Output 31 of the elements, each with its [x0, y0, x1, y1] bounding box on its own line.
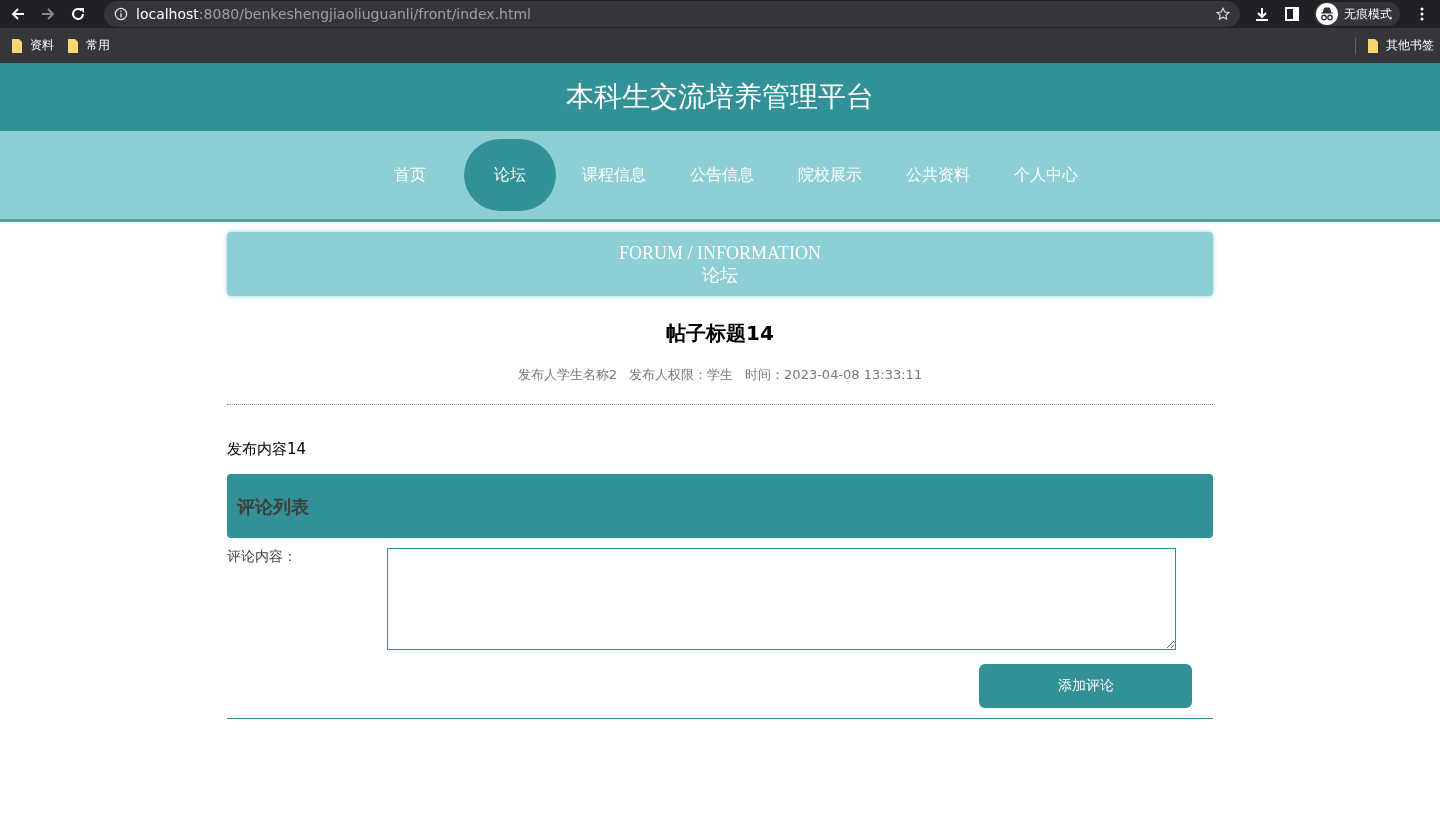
banner-subtitle: FORUM / INFORMATION	[619, 242, 821, 264]
incognito-icon	[1316, 3, 1338, 25]
address-bar[interactable]: localhost:8080/benkeshengjiaoliuguanli/front/index.html	[104, 1, 1240, 27]
nav-item[interactable]: 论坛	[464, 139, 556, 211]
side-panel-icon[interactable]	[1284, 6, 1300, 22]
bookmark[interactable]: 资料	[12, 37, 54, 54]
bookmark[interactable]: 常用	[68, 37, 110, 54]
post-content: 发布内容14	[227, 439, 308, 459]
other-bookmarks[interactable]: 其他书签	[1368, 37, 1434, 54]
incognito-profile-button[interactable]: 无痕模式	[1314, 2, 1400, 26]
folder-icon	[68, 38, 78, 53]
url-host: localhost	[136, 6, 199, 22]
comment-list-heading: 评论列表	[237, 495, 309, 519]
site-title: 本科生交流培养管理平台	[566, 79, 874, 115]
post-time: 时间：2023-04-08 13:33:11	[745, 366, 923, 384]
add-comment-button[interactable]: 添加评论	[979, 664, 1192, 708]
comment-label: 评论内容：	[227, 548, 298, 566]
banner-title: 论坛	[702, 264, 738, 286]
forward-icon[interactable]	[40, 6, 56, 22]
post-role: 发布人权限：学生	[629, 366, 734, 384]
reload-icon[interactable]	[70, 6, 86, 22]
folder-icon	[1368, 38, 1378, 53]
post-title: 帖子标题14	[665, 320, 775, 346]
download-icon[interactable]	[1254, 6, 1270, 22]
star-icon[interactable]	[1216, 7, 1230, 21]
url-path: :8080/benkeshengjiaoliuguanli/front/index.html	[198, 6, 531, 22]
folder-icon	[12, 38, 22, 53]
info-icon	[114, 7, 128, 21]
back-icon[interactable]	[10, 6, 26, 22]
post-author: 发布人学生名称2	[517, 366, 618, 384]
comment-input-field[interactable]	[387, 548, 1176, 650]
